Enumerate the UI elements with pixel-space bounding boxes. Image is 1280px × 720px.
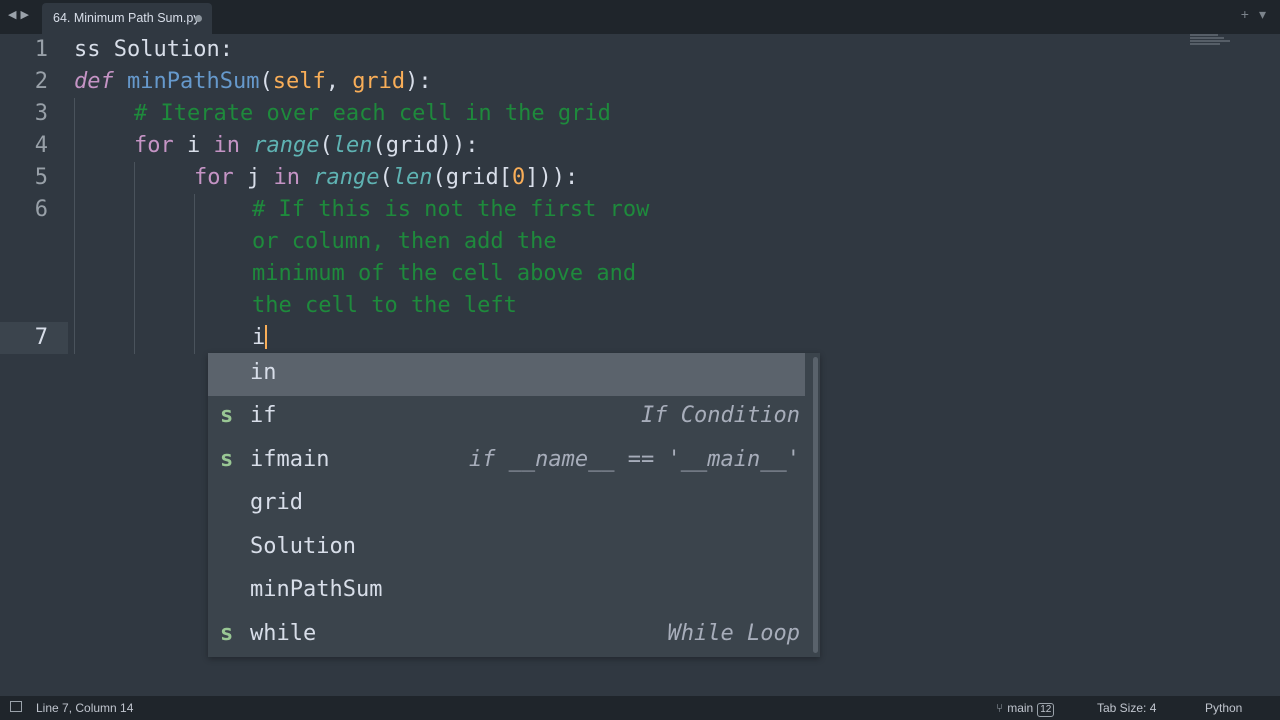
unsaved-dot-icon[interactable] <box>195 15 202 22</box>
completion-hint: if __name__ == '__main__' <box>468 447 800 472</box>
completion-label: in <box>250 360 277 385</box>
completion-item[interactable]: in <box>208 353 805 396</box>
indent-guide <box>194 194 195 354</box>
code-rest: (grid)): <box>372 133 479 158</box>
completion-label: grid <box>250 490 303 515</box>
line-number: 5 <box>34 165 48 190</box>
var-j: j <box>233 165 274 190</box>
tab-file[interactable]: 64. Minimum Path Sum.py <box>42 3 212 34</box>
code-line-1: ss Solution: <box>74 34 233 66</box>
paren: ( <box>379 165 393 190</box>
code-line-6a: # If this is not the first row <box>252 194 649 226</box>
paren-close: ): <box>405 69 432 94</box>
comment: minimum of the cell above and <box>252 261 637 286</box>
line-number: 2 <box>34 69 48 94</box>
code-line-4: for i in range(len(grid)): <box>134 130 478 162</box>
comment: the cell to the left <box>252 293 517 318</box>
line-number: 6 <box>34 197 48 222</box>
indent-guide <box>134 162 135 354</box>
branch-name: main <box>1007 701 1034 715</box>
completion-label: while <box>250 621 317 646</box>
code-line-6d: the cell to the left <box>252 290 517 322</box>
code-end: ])): <box>525 165 579 190</box>
line-number-current: 7 <box>34 325 48 350</box>
tab-bar: ◀▶ 64. Minimum Path Sum.py + ▾ <box>0 0 1280 34</box>
completion-label: if <box>250 403 277 428</box>
code-mid: (grid[ <box>432 165 512 190</box>
line-number: 4 <box>34 133 48 158</box>
syntax-selector[interactable]: Python <box>1205 701 1242 715</box>
completion-hint: If Condition <box>641 403 800 428</box>
code-line-7: i <box>252 322 268 354</box>
git-branch[interactable]: ⑂ main 12 <box>996 701 1055 717</box>
completion-item[interactable]: s while While Loop <box>208 614 805 657</box>
completion-item[interactable]: Solution <box>208 527 805 570</box>
typed-text: i <box>252 325 266 350</box>
snippet-kind: s <box>220 447 234 472</box>
builtin-len: len <box>392 165 433 190</box>
keyword-in: in <box>213 133 241 158</box>
number-literal: 0 <box>511 165 526 190</box>
text-cursor <box>265 325 268 349</box>
autocomplete-popup: in s if If Condition s ifmain if __name_… <box>208 353 820 657</box>
comment: # If this is not the first row <box>252 197 650 222</box>
line-number: 3 <box>34 101 48 126</box>
popup-scrollbar[interactable] <box>813 357 818 653</box>
completion-label: minPathSum <box>250 577 383 602</box>
code-line-6b: or column, then add the <box>252 226 557 258</box>
comment: or column, then add the <box>252 229 557 254</box>
minimap[interactable] <box>1190 34 1242 48</box>
code-text: ss Solution: <box>74 37 233 62</box>
completion-label: ifmain <box>250 447 330 472</box>
arrow-left-icon[interactable]: ◀ <box>8 9 20 21</box>
plus-icon[interactable]: + <box>1241 6 1249 22</box>
code-line-5: for j in range(len(grid[0])): <box>194 162 578 194</box>
keyword-def: def <box>74 69 114 94</box>
completion-label: Solution <box>250 534 356 559</box>
builtin-range: range <box>313 165 380 190</box>
arrow-right-icon[interactable]: ▶ <box>20 9 32 21</box>
completion-item[interactable]: s if If Condition <box>208 396 805 439</box>
builtin-len: len <box>332 133 373 158</box>
tab-navigation: ◀▶ <box>8 8 33 21</box>
panel-toggle-icon[interactable] <box>10 701 22 712</box>
line-number: 1 <box>34 37 48 62</box>
var-i: i <box>173 133 214 158</box>
completion-item[interactable]: grid <box>208 483 805 526</box>
keyword-in: in <box>273 165 301 190</box>
paren: ( <box>259 69 273 94</box>
tab-size[interactable]: Tab Size: 4 <box>1097 701 1156 715</box>
chevron-down-icon[interactable]: ▾ <box>1259 6 1266 22</box>
branch-icon: ⑂ <box>996 701 1004 715</box>
keyword-for: for <box>194 165 234 190</box>
tab-bar-actions: + ▾ <box>1231 6 1266 23</box>
builtin-range: range <box>253 133 320 158</box>
changes-badge: 12 <box>1037 703 1055 717</box>
param-grid: grid <box>352 69 406 94</box>
paren: ( <box>319 133 333 158</box>
comment: # Iterate over each cell in the grid <box>134 101 611 126</box>
code-line-3: # Iterate over each cell in the grid <box>134 98 611 130</box>
cursor-position[interactable]: Line 7, Column 14 <box>36 701 133 715</box>
completion-item[interactable]: minPathSum <box>208 570 805 613</box>
function-name: minPathSum <box>127 69 260 94</box>
indent-guide <box>74 98 75 354</box>
completion-hint: While Loop <box>667 621 800 646</box>
comma: , <box>325 69 353 94</box>
code-line-6c: minimum of the cell above and <box>252 258 636 290</box>
completion-item[interactable]: s ifmain if __name__ == '__main__' <box>208 440 805 483</box>
tab-title: 64. Minimum Path Sum.py <box>53 11 200 25</box>
param-self: self <box>272 69 326 94</box>
keyword-for: for <box>134 133 174 158</box>
snippet-kind: s <box>220 403 234 428</box>
code-line-2: def minPathSum(self, grid): <box>74 66 432 98</box>
status-bar: Line 7, Column 14 ⑂ main 12 Tab Size: 4 Py… <box>0 696 1280 720</box>
snippet-kind: s <box>220 621 234 646</box>
